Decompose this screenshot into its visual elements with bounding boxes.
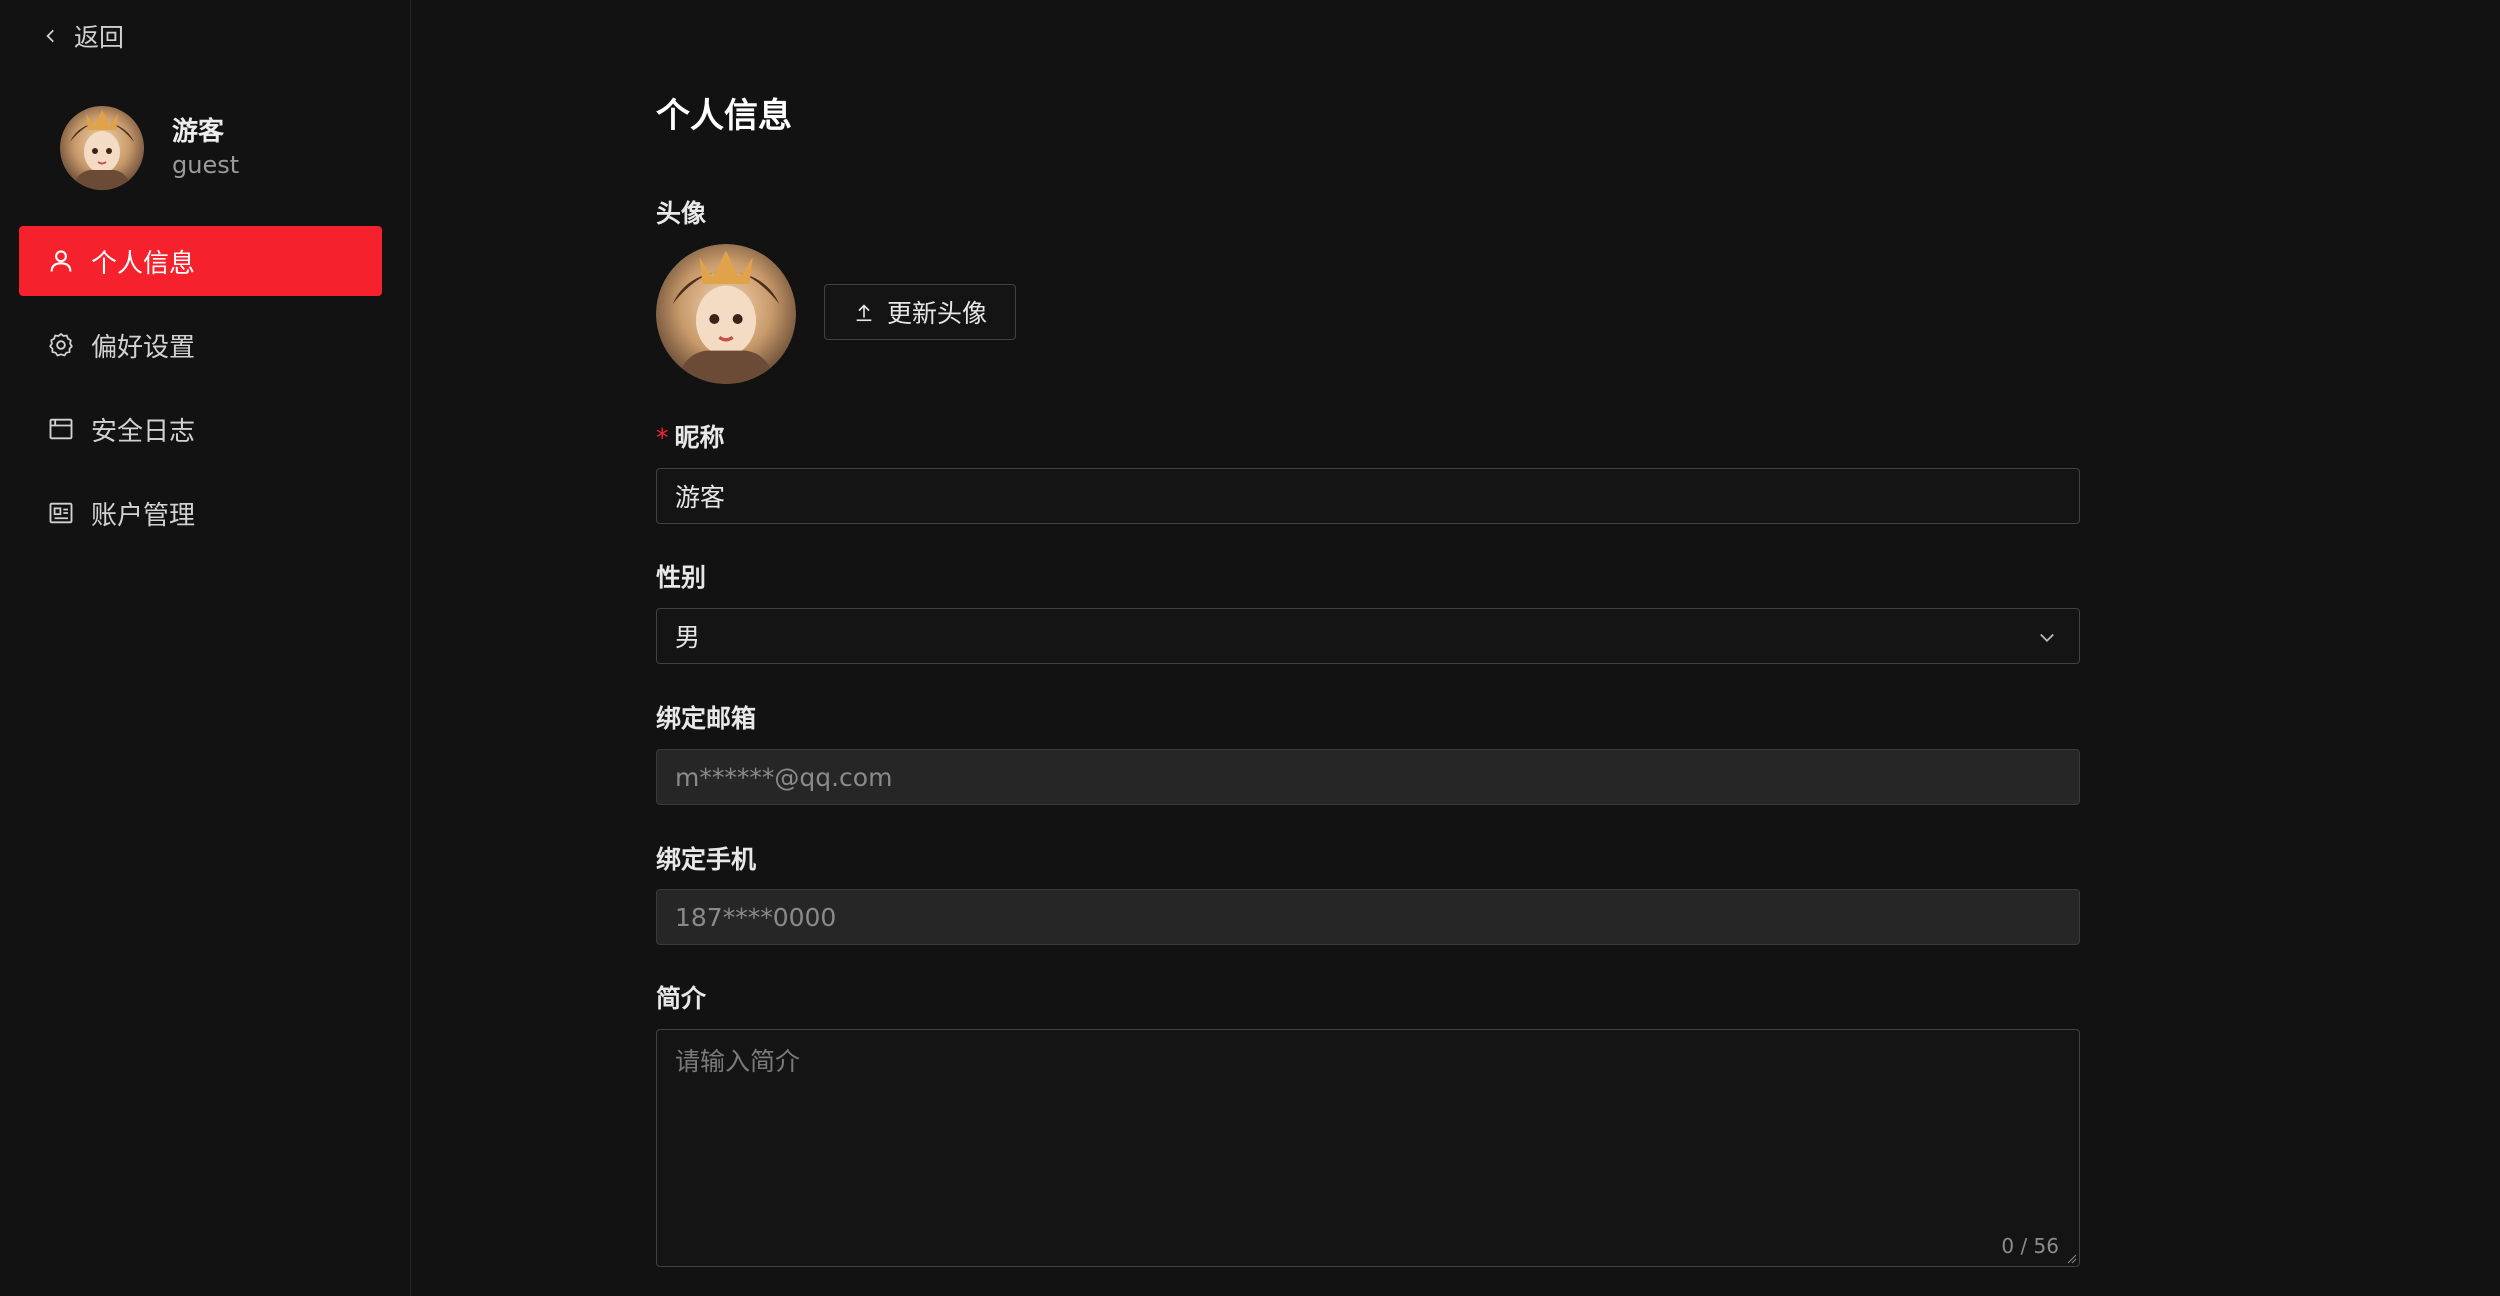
bio-label: 简介 <box>656 984 707 1013</box>
gear-icon <box>49 333 73 357</box>
chevron-down-icon <box>2040 633 2054 642</box>
bio-placeholder: 请输入简介 <box>675 1047 801 1076</box>
nickname-input[interactable]: 游客 <box>656 468 2080 524</box>
nickname-label-text: 昵称 <box>674 423 725 452</box>
back-button[interactable]: 返回 <box>42 20 124 52</box>
sidebar-item-label: 安全日志 <box>91 416 196 447</box>
chevron-left-icon <box>46 29 54 43</box>
resize-handle-icon[interactable] <box>2065 1252 2077 1264</box>
sidebar-item-profile[interactable]: 个人信息 <box>19 226 382 296</box>
sidebar-item-label: 偏好设置 <box>91 332 196 363</box>
id-card-icon <box>49 502 73 524</box>
gender-label: 性别 <box>656 563 707 592</box>
user-profile: 游客 guest <box>60 106 239 190</box>
user-icon <box>50 250 72 272</box>
page-title: 个人信息 <box>656 96 792 136</box>
nickname-label: * 昵称 <box>656 418 725 454</box>
sidebar-item-security-log[interactable]: 安全日志 <box>19 394 382 464</box>
sidebar-item-label: 个人信息 <box>91 248 196 279</box>
user-name: 游客 <box>172 117 225 147</box>
upload-icon <box>856 304 872 322</box>
email-value: m******@qq.com <box>675 762 893 792</box>
avatar-preview <box>656 244 796 384</box>
gender-select[interactable]: 男 <box>656 608 2080 664</box>
avatar-label: 头像 <box>656 199 707 228</box>
update-avatar-button[interactable]: 更新头像 <box>824 284 1016 340</box>
email-field: m******@qq.com <box>656 749 2080 805</box>
nickname-value: 游客 <box>675 483 726 512</box>
sidebar-nav: 个人信息 偏好设置 安全日志 账户管理 <box>19 226 382 562</box>
phone-field: 187****0000 <box>656 889 2080 945</box>
phone-label: 绑定手机 <box>656 845 757 874</box>
required-mark: * <box>656 423 669 452</box>
sidebar: 返回 游客 guest 个人信息 偏好设置 安全日志 账户管理 <box>0 0 411 1296</box>
sidebar-item-label: 账户管理 <box>91 500 196 531</box>
back-label: 返回 <box>74 23 125 52</box>
bio-char-counter: 0 / 56 <box>2001 1234 2059 1258</box>
bio-textarea[interactable]: 请输入简介 0 / 56 <box>656 1029 2080 1267</box>
sidebar-item-account[interactable]: 账户管理 <box>19 478 382 548</box>
gender-value: 男 <box>675 623 701 652</box>
update-avatar-label: 更新头像 <box>886 299 987 328</box>
email-label: 绑定邮箱 <box>656 704 757 733</box>
sidebar-item-preferences[interactable]: 偏好设置 <box>19 310 382 380</box>
phone-value: 187****0000 <box>675 902 837 932</box>
avatar <box>60 106 144 190</box>
user-handle: guest <box>172 151 240 179</box>
browser-window-icon <box>49 418 73 440</box>
